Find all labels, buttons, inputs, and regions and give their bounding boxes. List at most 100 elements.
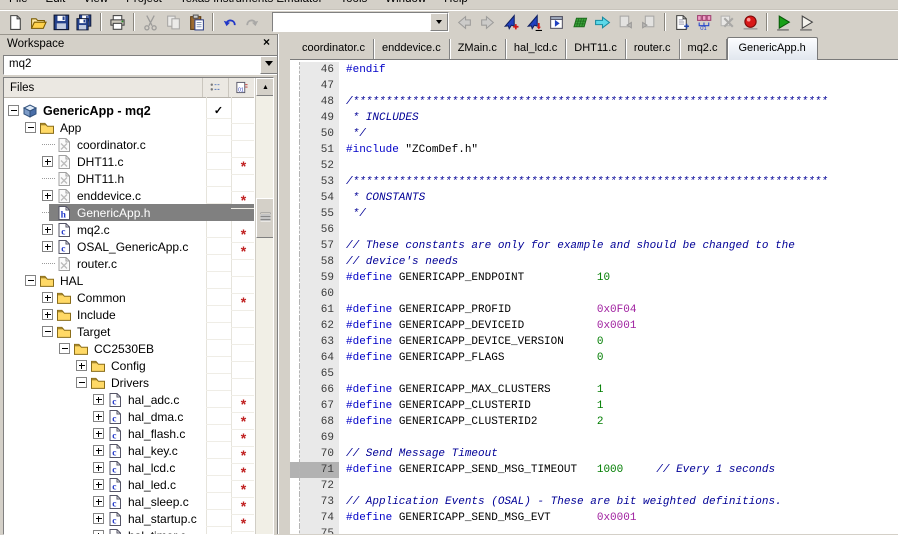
- code-line[interactable]: 65: [290, 366, 898, 382]
- breakpoint-margin[interactable]: [290, 366, 300, 382]
- menu-help[interactable]: Help: [435, 0, 477, 9]
- tab-coordinator-c[interactable]: coordinator.c: [294, 39, 374, 59]
- breakpoint-margin[interactable]: [290, 398, 300, 414]
- code-line[interactable]: 56: [290, 222, 898, 238]
- make-button[interactable]: [568, 12, 591, 33]
- tree-item-hal-sleep-c[interactable]: chal_sleep.c*: [4, 493, 254, 510]
- tree-item-enddevice-c[interactable]: enddevice.c*: [4, 187, 254, 204]
- breakpoint-margin[interactable]: [290, 174, 300, 190]
- tree-item-router-c[interactable]: router.c: [4, 255, 254, 272]
- expand-icon[interactable]: [93, 496, 104, 507]
- expand-icon[interactable]: [93, 513, 104, 524]
- new-build-button[interactable]: [670, 12, 693, 33]
- tree-item-drivers[interactable]: Drivers: [4, 374, 254, 391]
- breakpoint-margin[interactable]: [290, 318, 300, 334]
- breakpoint-margin[interactable]: [290, 382, 300, 398]
- menu-edit[interactable]: Edit: [37, 0, 75, 9]
- collapse-icon[interactable]: [25, 122, 36, 133]
- breakpoint-margin[interactable]: [290, 430, 300, 446]
- open-watch-window-button[interactable]: [545, 12, 568, 33]
- save-all-button[interactable]: [73, 12, 96, 33]
- collapse-icon[interactable]: [25, 275, 36, 286]
- collapse-icon[interactable]: [59, 343, 70, 354]
- tree-item-hal-key-c[interactable]: chal_key.c*: [4, 442, 254, 459]
- collapse-icon[interactable]: [8, 105, 19, 116]
- tree-item-hal-led-c[interactable]: chal_led.c*: [4, 476, 254, 493]
- code-line[interactable]: 72: [290, 478, 898, 494]
- breakpoint-margin[interactable]: [290, 526, 300, 534]
- code-line[interactable]: 61#define GENERICAPP_PROFID 0x0F04: [290, 302, 898, 318]
- breakpoint-margin[interactable]: [290, 206, 300, 222]
- tab-router-c[interactable]: router.c: [626, 39, 680, 59]
- tree-item-include[interactable]: Include: [4, 306, 254, 323]
- expand-icon[interactable]: [93, 479, 104, 490]
- expand-icon[interactable]: [42, 292, 53, 303]
- tree-item-config[interactable]: Config: [4, 357, 254, 374]
- tree-item-dht11-c[interactable]: DHT11.c*: [4, 153, 254, 170]
- tree-item-osal-genericapp-c[interactable]: cOSAL_GenericApp.c*: [4, 238, 254, 255]
- find-combo[interactable]: [272, 12, 449, 32]
- expand-icon[interactable]: [42, 156, 53, 167]
- tree-item-dht11-h[interactable]: DHT11.h: [4, 170, 254, 187]
- code-line[interactable]: 50 */: [290, 126, 898, 142]
- toggle-bookmark-button[interactable]: [499, 12, 522, 33]
- paste-button[interactable]: [185, 12, 208, 33]
- collapse-icon[interactable]: [76, 377, 87, 388]
- ti-emulator-button[interactable]: [739, 12, 762, 33]
- tree-item-genericapp-mq2[interactable]: GenericApp - mq2✓: [4, 102, 254, 119]
- expand-icon[interactable]: [42, 309, 53, 320]
- code-line[interactable]: 52: [290, 158, 898, 174]
- code-line[interactable]: 49 * INCLUDES: [290, 110, 898, 126]
- find-combo-dropdown-button[interactable]: [430, 13, 448, 31]
- expand-icon[interactable]: [93, 530, 104, 534]
- breakpoint-margin[interactable]: [290, 110, 300, 126]
- tree-item-coordinator-c[interactable]: coordinator.c: [4, 136, 254, 153]
- undo-button[interactable]: [218, 12, 241, 33]
- workspace-close-button[interactable]: ×: [259, 35, 274, 49]
- breakpoint-margin[interactable]: [290, 446, 300, 462]
- code-line[interactable]: 53/*************************************…: [290, 174, 898, 190]
- menu-view[interactable]: View: [74, 0, 117, 9]
- tree-item-app[interactable]: App: [4, 119, 254, 136]
- code-line[interactable]: 59#define GENERICAPP_ENDPOINT 10: [290, 270, 898, 286]
- breakpoint-margin[interactable]: [290, 190, 300, 206]
- expand-icon[interactable]: [93, 445, 104, 456]
- expand-icon[interactable]: [93, 411, 104, 422]
- tree-item-genericapp-h[interactable]: hGenericApp.h: [4, 204, 254, 221]
- code-editor[interactable]: 46#endif4748/***************************…: [290, 59, 898, 534]
- breakpoint-margin[interactable]: [290, 302, 300, 318]
- breakpoint-margin[interactable]: [290, 158, 300, 174]
- breakpoint-margin[interactable]: [290, 350, 300, 366]
- code-line[interactable]: 60: [290, 286, 898, 302]
- menu-window[interactable]: Window: [376, 0, 435, 9]
- code-line[interactable]: 46#endif: [290, 62, 898, 78]
- breakpoint-margin[interactable]: [290, 270, 300, 286]
- output-column-icon[interactable]: 01: [228, 78, 254, 97]
- breakpoint-margin[interactable]: [290, 334, 300, 350]
- tree-item-hal-flash-c[interactable]: chal_flash.c*: [4, 425, 254, 442]
- tree-item-hal-timer-c[interactable]: chal_timer.c*: [4, 527, 254, 534]
- tab-hal-lcd-c[interactable]: hal_lcd.c: [506, 39, 566, 59]
- breakpoint-margin[interactable]: [290, 126, 300, 142]
- breakpoint-margin[interactable]: [290, 78, 300, 94]
- code-line[interactable]: 68#define GENERICAPP_CLUSTERID2 2: [290, 414, 898, 430]
- breakpoint-margin[interactable]: [290, 142, 300, 158]
- breakpoint-margin[interactable]: [290, 254, 300, 270]
- breakpoint-margin[interactable]: [290, 510, 300, 526]
- tree-item-target[interactable]: Target: [4, 323, 254, 340]
- code-line[interactable]: 70// Send Message Timeout: [290, 446, 898, 462]
- tree-item-hal-startup-c[interactable]: chal_startup.c*: [4, 510, 254, 527]
- tab-dht11-c[interactable]: DHT11.c: [566, 39, 626, 59]
- breakpoint-margin[interactable]: [290, 94, 300, 110]
- breakpoint-margin[interactable]: [290, 414, 300, 430]
- config-dropdown-button[interactable]: [260, 56, 278, 74]
- goto-bookmark-button[interactable]: [522, 12, 545, 33]
- workspace-config-selector[interactable]: mq2: [3, 55, 279, 75]
- code-line[interactable]: 55 */: [290, 206, 898, 222]
- scroll-up-button[interactable]: ▲: [256, 78, 274, 96]
- compile-button[interactable]: [591, 12, 614, 33]
- browse-info-column-icon[interactable]: [202, 78, 228, 97]
- download-code-button[interactable]: 01: [693, 12, 716, 33]
- expand-icon[interactable]: [93, 462, 104, 473]
- new-file-button[interactable]: [4, 12, 27, 33]
